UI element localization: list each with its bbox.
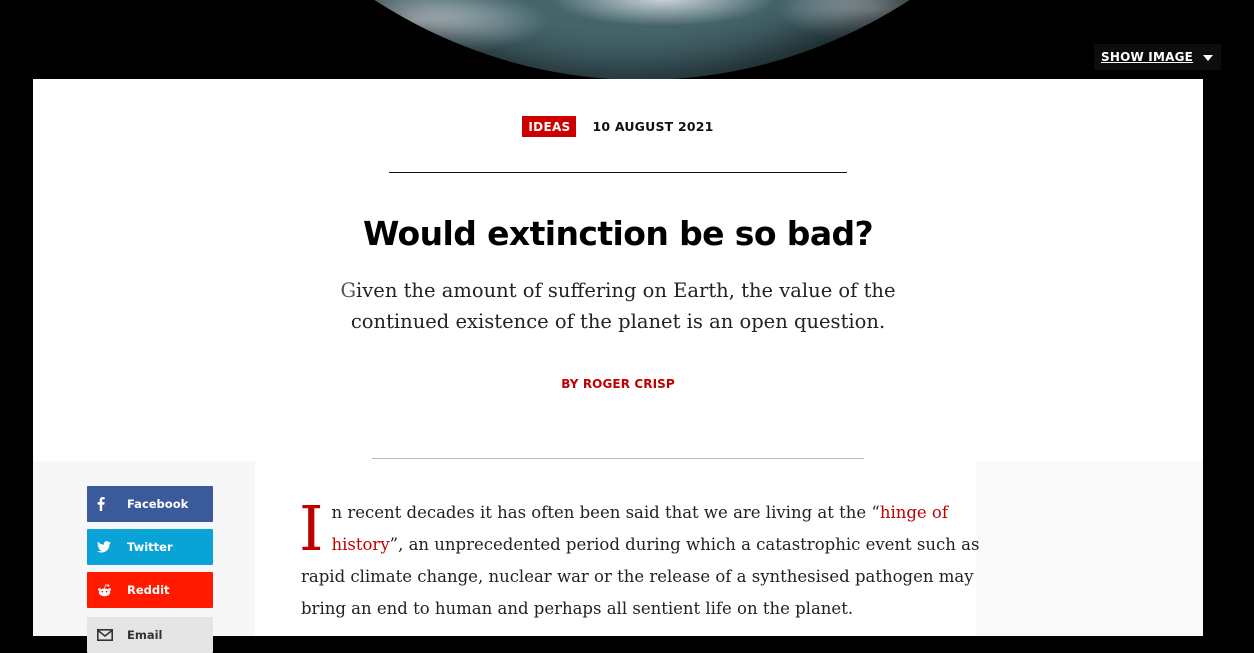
share-reddit-button[interactable]: Reddit	[87, 572, 213, 608]
article-standfirst: Given the amount of suffering on Earth, …	[318, 275, 918, 337]
twitter-icon	[97, 541, 117, 553]
drop-cap: I	[299, 492, 324, 565]
category-tag[interactable]: IDEAS	[522, 116, 577, 137]
earth-image	[112, 0, 1172, 80]
standfirst-text: iven the amount of suffering on Earth, t…	[350, 279, 896, 333]
byline[interactable]: BY ROGER CRISP	[33, 377, 1203, 391]
publish-date: 10 AUGUST 2021	[592, 119, 714, 134]
email-icon	[97, 629, 117, 641]
share-label: Reddit	[127, 583, 170, 597]
body-text: ”, an unprecedented period during which …	[301, 535, 980, 618]
share-facebook-button[interactable]: Facebook	[87, 486, 213, 522]
share-email-button[interactable]: Email	[87, 617, 213, 653]
share-label: Twitter	[127, 540, 173, 554]
article-meta: IDEAS 10 AUGUST 2021	[33, 116, 1203, 137]
reddit-icon	[97, 583, 117, 597]
divider	[389, 172, 847, 173]
article-card: IDEAS 10 AUGUST 2021 Would extinction be…	[33, 79, 1203, 653]
share-label: Facebook	[127, 497, 189, 511]
divider	[372, 458, 864, 459]
right-sidebar	[976, 461, 1203, 636]
facebook-icon	[97, 497, 117, 511]
article-headline: Would extinction be so bad?	[362, 214, 874, 253]
share-twitter-button[interactable]: Twitter	[87, 529, 213, 565]
share-label: Email	[127, 628, 163, 642]
show-image-label: SHOW IMAGE	[1101, 50, 1194, 64]
standfirst-initial: G	[340, 279, 357, 302]
body-text: n recent decades it has often been said …	[331, 503, 880, 522]
caret-down-icon	[1203, 54, 1214, 61]
show-image-button[interactable]: SHOW IMAGE	[1094, 44, 1222, 70]
article-body-paragraph: In recent decades it has often been said…	[299, 492, 991, 625]
